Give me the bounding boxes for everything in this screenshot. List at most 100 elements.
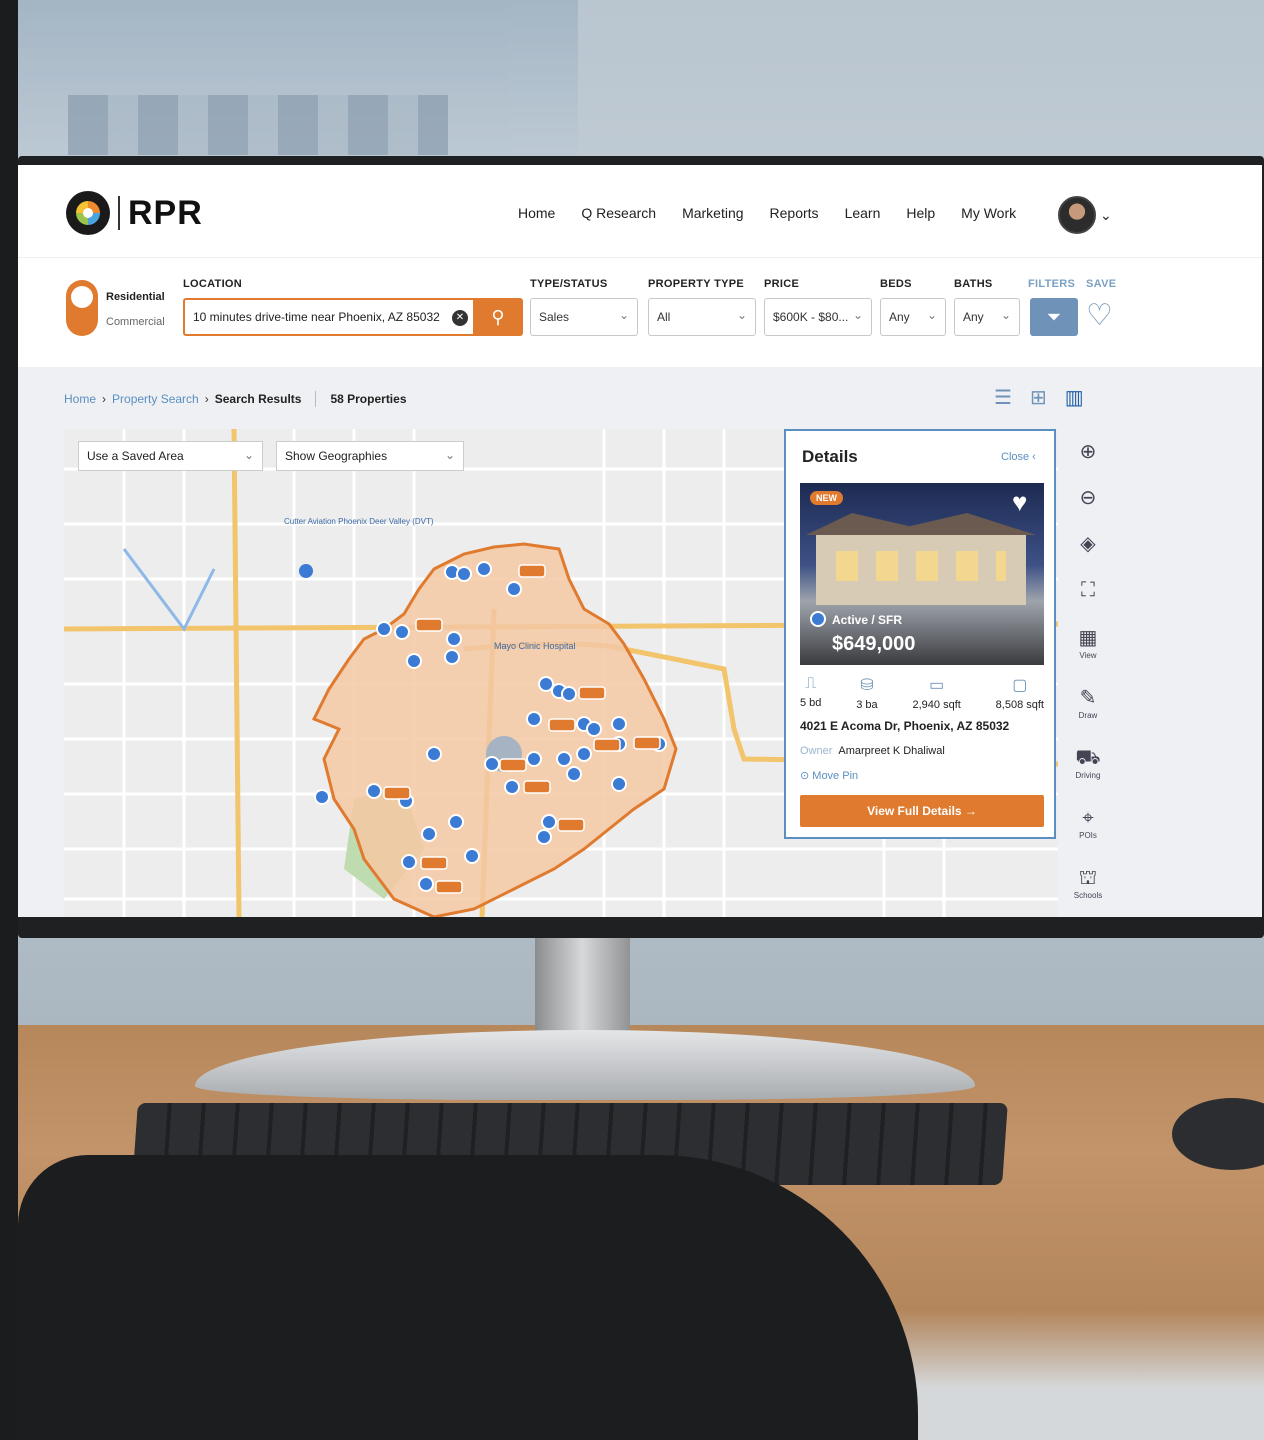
baths-select[interactable]: Any ⌄ — [954, 298, 1020, 336]
type-status-label: TYPE/STATUS — [530, 278, 608, 290]
clear-icon[interactable]: ✕ — [452, 310, 468, 326]
status-dot-icon — [810, 611, 826, 627]
baths-label: BATHS — [954, 278, 993, 290]
chevron-down-icon: ⌄ — [444, 448, 455, 462]
nav-links: Home Q Research Marketing Reports Learn … — [518, 205, 1016, 221]
stat-sqft: ▭ 2,940 sqft — [913, 675, 961, 711]
search-button[interactable]: ⚲ — [473, 298, 523, 336]
property-photo[interactable]: NEW ♥ Active / SFR $649,000 — [800, 483, 1044, 665]
view-tool[interactable]: ▦ View — [1079, 613, 1098, 673]
zoom-out-button[interactable]: ⊖ — [1080, 475, 1097, 521]
beds-text: 5 bd — [800, 697, 822, 709]
pois-tool[interactable]: ⌖ POIs — [1079, 793, 1097, 853]
zoom-in-icon: ⊕ — [1079, 441, 1097, 463]
heart-icon[interactable]: ♡ — [1086, 298, 1113, 334]
poi-label: Cutter Aviation Phoenix Deer Valley (DVT… — [284, 517, 434, 526]
poi-pin-icon[interactable] — [299, 564, 313, 578]
logo-divider — [118, 196, 120, 230]
window — [18, 0, 578, 160]
breadcrumb-separator: › — [102, 392, 107, 406]
logo[interactable]: RPR — [66, 191, 203, 235]
baths-value: Any — [963, 310, 984, 324]
car-icon: ⛟ — [1075, 746, 1101, 769]
view-switcher: ☰ ⊞ ▥ — [994, 385, 1084, 410]
map-icon: ▦ — [1078, 626, 1098, 649]
save-label[interactable]: SAVE — [1086, 278, 1116, 290]
locate-button[interactable]: ◈ — [1080, 521, 1095, 567]
filter-button[interactable]: ⏷ — [1030, 298, 1078, 336]
toggle-residential-label[interactable]: Residential — [106, 291, 165, 303]
monitor-stand — [535, 925, 630, 1040]
grid-view-icon[interactable]: ⊞ — [1030, 385, 1047, 410]
schools-tool-label: Schools — [1073, 890, 1103, 900]
property-address[interactable]: 4021 E Acoma Dr, Phoenix, AZ 85032 — [800, 719, 1009, 733]
geographies-value: Show Geographies — [285, 449, 388, 463]
bed-icon: ⎍ — [805, 675, 817, 692]
search-icon: ⚲ — [491, 307, 505, 327]
breadcrumb-separator: › — [204, 392, 209, 406]
zoom-in-button[interactable]: ⊕ — [1080, 429, 1097, 475]
saved-area-select[interactable]: Use a Saved Area ⌄ — [78, 441, 263, 471]
map-toolbar: ⊕ ⊖ ◈ ⛶ ▦ View ✎ Draw ⛟ Driving ⌖ POIs ⛫ Scho… — [1062, 429, 1114, 917]
move-pin-link[interactable]: ⊙ Move Pin — [800, 769, 858, 782]
user-menu[interactable]: ⌄ — [1058, 196, 1112, 234]
driving-tool[interactable]: ⛟ Driving — [1075, 733, 1100, 793]
property-type-select[interactable]: All ⌄ — [648, 298, 756, 336]
breadcrumb-property-search[interactable]: Property Search — [112, 392, 199, 406]
type-status-select[interactable]: Sales ⌄ — [530, 298, 638, 336]
baths-text: 3 ba — [856, 699, 878, 711]
divider — [315, 391, 317, 407]
property-type-value: All — [657, 310, 671, 324]
bath-icon: ⛁ — [860, 677, 874, 694]
close-label: Close — [1001, 451, 1030, 463]
details-title: Details — [802, 447, 858, 466]
view-full-details-button[interactable]: View Full Details → — [800, 795, 1044, 827]
nav-my-work[interactable]: My Work — [961, 205, 1016, 221]
geographies-select[interactable]: Show Geographies ⌄ — [276, 441, 464, 471]
stat-lot: ▢ 8,508 sqft — [996, 675, 1044, 711]
chevron-down-icon: ⌄ — [852, 308, 863, 322]
chevron-down-icon: ⌄ — [736, 308, 747, 322]
house-image — [816, 533, 1026, 605]
list-view-icon[interactable]: ☰ — [994, 385, 1012, 410]
schools-tool[interactable]: ⛫ Schools — [1074, 853, 1102, 913]
avatar — [1058, 196, 1096, 234]
breadcrumb: Home › Property Search › Search Results … — [64, 391, 407, 407]
locate-icon: ◈ — [1080, 533, 1096, 555]
breadcrumb-home[interactable]: Home — [64, 392, 96, 406]
top-nav: RPR Home Q Research Marketing Reports Le… — [18, 165, 1262, 257]
details-panel: Details Close ‹ NEW ♥ Active / SFR $649,… — [784, 429, 1056, 839]
fullscreen-button[interactable]: ⛶ — [1081, 567, 1095, 613]
nav-learn[interactable]: Learn — [845, 205, 881, 221]
nav-marketing[interactable]: Marketing — [682, 205, 743, 221]
location-input[interactable]: 10 minutes drive-time near Phoenix, AZ 8… — [183, 298, 473, 336]
filters-label[interactable]: FILTERS — [1028, 278, 1075, 290]
logo-icon — [66, 191, 110, 235]
left-edge — [0, 0, 18, 1440]
residential-commercial-toggle[interactable] — [66, 280, 98, 336]
nav-research[interactable]: Q Research — [581, 205, 656, 221]
nav-reports[interactable]: Reports — [770, 205, 819, 221]
new-badge: NEW — [810, 491, 843, 505]
result-count: 58 Properties — [330, 392, 407, 406]
chevron-down-icon: ⌄ — [1000, 308, 1011, 322]
location-label: LOCATION — [183, 278, 243, 290]
price-select[interactable]: $600K - $80... ⌄ — [764, 298, 872, 336]
beds-select[interactable]: Any ⌄ — [880, 298, 946, 336]
chevron-down-icon: ⌄ — [243, 448, 254, 462]
price-value: $600K - $80... — [773, 310, 849, 324]
toggle-commercial-label[interactable]: Commercial — [106, 316, 165, 328]
draw-tool[interactable]: ✎ Draw — [1079, 673, 1098, 733]
beds-value: Any — [889, 310, 910, 324]
stat-beds: ⎍ 5 bd — [800, 675, 821, 711]
filter-icon: ⏷ — [1046, 307, 1062, 327]
floorplan-icon: ▭ — [929, 677, 945, 694]
nav-home[interactable]: Home — [518, 205, 555, 221]
favorite-heart-icon[interactable]: ♥ — [1012, 487, 1027, 518]
zoom-out-icon: ⊖ — [1079, 487, 1097, 509]
close-button[interactable]: Close ‹ — [1001, 451, 1036, 463]
property-type-label: PROPERTY TYPE — [648, 278, 744, 290]
map-view-icon[interactable]: ▥ — [1065, 385, 1084, 410]
nav-help[interactable]: Help — [906, 205, 935, 221]
chair — [18, 1155, 918, 1440]
